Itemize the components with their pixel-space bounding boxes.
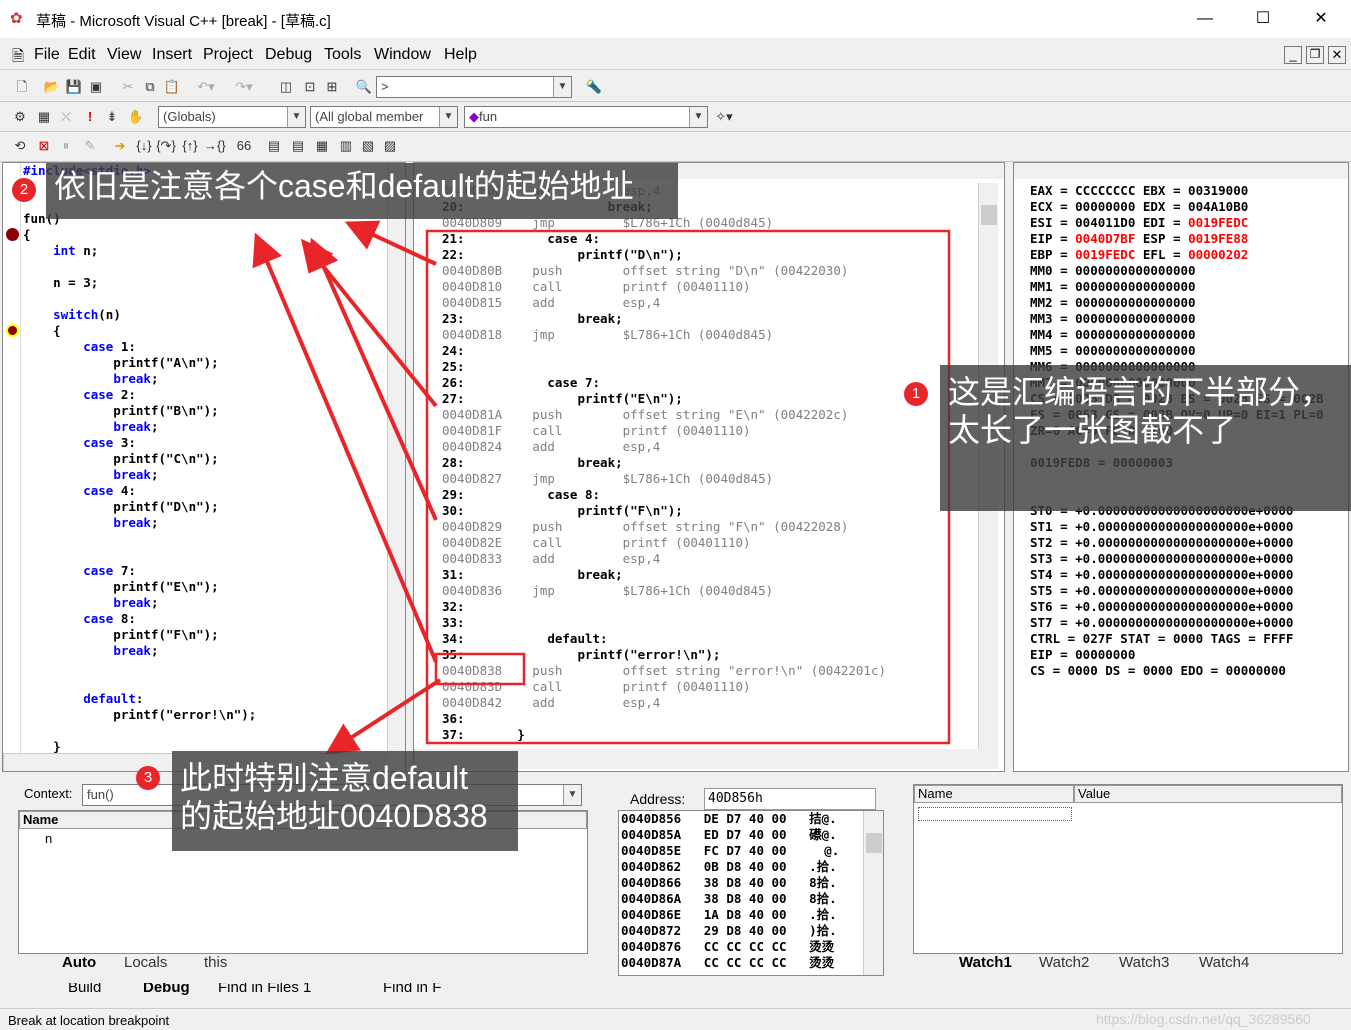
menu-window[interactable]: Window [374,46,431,64]
annotation-3: 此时特别注意default 的起始地址0040D838 [172,751,518,851]
highlight-box-cases [425,229,951,745]
annotation-2: 依旧是注意各个case和default的起始地址 [46,163,678,219]
annotation-1: 这是汇编语言的下半部分， 太长了一张图截不了 [940,365,1351,511]
annotation-badge-3: 3 [136,766,160,790]
menu-view[interactable]: View [107,46,141,64]
menu-file[interactable]: File [34,46,60,64]
menu-project[interactable]: Project [203,46,253,64]
menu-edit[interactable]: Edit [68,46,96,64]
menu-help[interactable]: Help [444,46,477,64]
annotation-badge-1: 1 [904,382,928,406]
annotation-badge-2: 2 [12,178,36,202]
annotation-arrows [252,220,442,755]
annotation-layer [252,220,951,755]
highlight-box-default-address [434,652,526,686]
menu-tools[interactable]: Tools [324,46,361,64]
menu-insert[interactable]: Insert [152,46,192,64]
menu-debug[interactable]: Debug [265,46,312,64]
